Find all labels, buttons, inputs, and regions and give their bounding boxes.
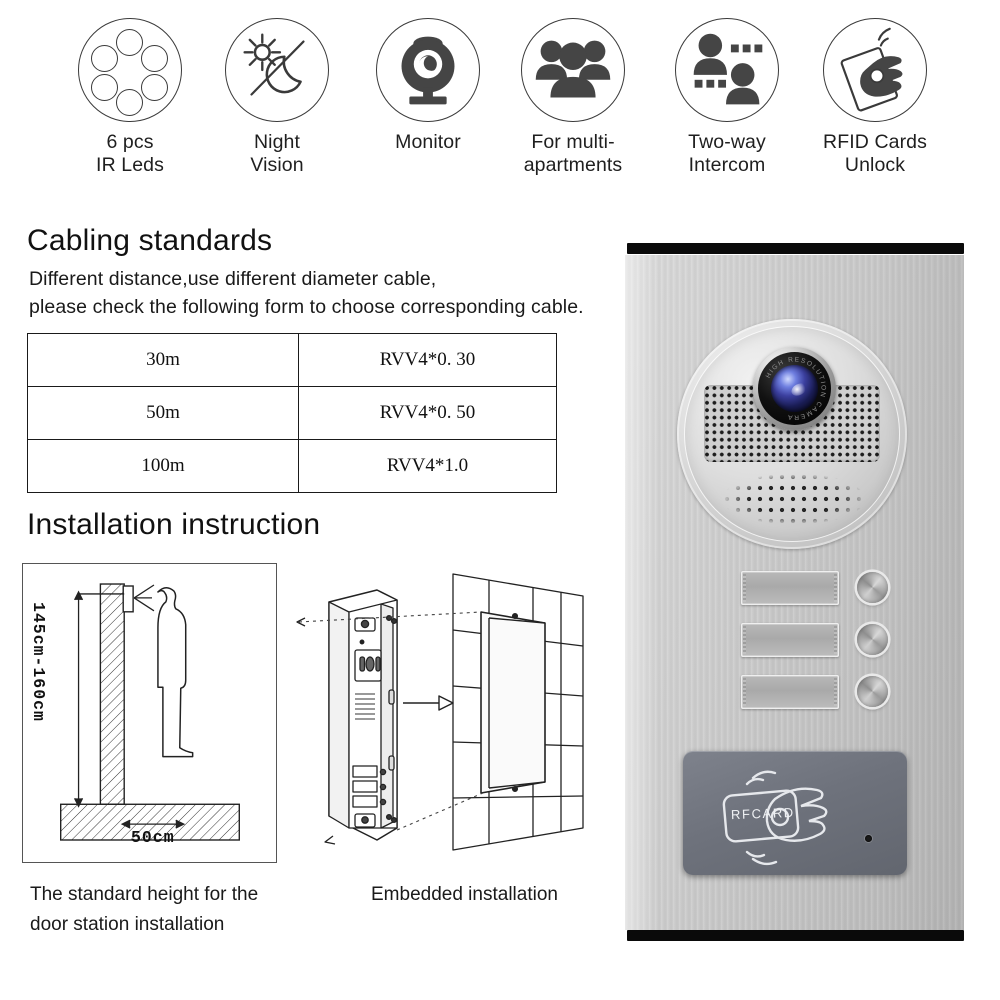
feature-label: Monitor: [395, 131, 461, 153]
call-button-1[interactable]: [857, 572, 888, 603]
nameplate-1: [741, 571, 839, 605]
feature-label: For multi- apartments: [523, 131, 623, 176]
table-row: 100m RVV4*1.0: [27, 439, 557, 493]
call-button-2[interactable]: [857, 624, 888, 655]
product-bottom-trim-bar: [627, 930, 964, 941]
feature-monitor: Monitor: [353, 18, 503, 154]
table-row: 30m RVV4*0. 30: [27, 333, 557, 387]
feature-label: Night Vision: [250, 131, 304, 176]
call-button-row-1: [625, 571, 964, 611]
rfid-card-hand-graphic: [722, 770, 828, 866]
card-in-hand-glyph: [840, 27, 903, 112]
nameplate-3: [741, 675, 839, 709]
two-way-intercom-icon: [675, 18, 779, 122]
caption-line-2: door station installation: [30, 914, 225, 935]
night-vision-glyph: [243, 33, 305, 96]
embedded-diagram-drawing: [296, 573, 584, 851]
rfid-card-icon: [823, 18, 927, 122]
door-station-product-photo: HIGH RESOLUTION CAMERA RFCARD: [625, 243, 964, 941]
cell-cable: RVV4*0. 50: [298, 386, 557, 440]
installation-instruction-heading: Installation instruction: [27, 508, 321, 541]
feature-label: RFID Cards Unlock: [823, 131, 927, 176]
multi-apartments-icon: [521, 18, 625, 122]
lens-glass: [771, 365, 818, 412]
embedded-installation-diagram: [293, 560, 603, 870]
caption-embedded-installation: Embedded installation: [371, 884, 558, 905]
feature-icon-strip: 6 pcs IR Leds Night Vision Monitor For m…: [0, 18, 1000, 208]
camera-module: HIGH RESOLUTION CAMERA: [677, 319, 907, 549]
speaker-holes: [724, 474, 864, 524]
ir-leds-icon: [78, 18, 182, 122]
caption-line-1: The standard height for the: [30, 884, 259, 905]
feature-ir-leds: 6 pcs IR Leds: [55, 18, 205, 177]
lens-glint: [789, 380, 809, 399]
cell-distance: 100m: [27, 439, 299, 493]
caption-standard-height: The standard height for the door station…: [30, 880, 330, 940]
feature-multi-apartments: For multi- apartments: [498, 18, 648, 177]
nameplate-2: [741, 623, 839, 657]
product-top-trim-bar: [627, 243, 964, 254]
monitor-camera-icon: [376, 18, 480, 122]
camera-lens: HIGH RESOLUTION CAMERA: [753, 347, 836, 430]
lens-bezel: HIGH RESOLUTION CAMERA: [758, 352, 831, 425]
feature-rfid-unlock: RFID Cards Unlock: [800, 18, 950, 177]
cabling-standards-table: 30m RVV4*0. 30 50m RVV4*0. 50 100m RVV4*…: [27, 333, 557, 493]
feature-label: 6 pcs IR Leds: [96, 131, 164, 176]
cell-cable: RVV4*1.0: [298, 439, 557, 493]
people-group-glyph: [535, 40, 611, 98]
height-diagram-drawing: [60, 583, 240, 841]
cell-distance: 30m: [27, 333, 299, 387]
distance-dimension-label: 50cm: [131, 828, 175, 847]
standard-height-diagram: 145cm-160cm 50cm: [22, 563, 277, 863]
call-button-row-3: [625, 675, 964, 715]
cabling-intro-line-2: please check the following form to choos…: [29, 296, 584, 318]
feature-two-way-intercom: Two-way Intercom: [652, 18, 802, 177]
rfid-reader-panel[interactable]: RFCARD: [683, 751, 907, 875]
cell-cable: RVV4*0. 30: [298, 333, 557, 387]
height-dimension-label: 145cm-160cm: [29, 602, 48, 722]
cabling-intro-line-1: Different distance,use different diamete…: [29, 268, 437, 290]
rfid-status-led: [865, 835, 872, 842]
cell-distance: 50m: [27, 386, 299, 440]
call-button-row-2: [625, 623, 964, 663]
feature-night-vision: Night Vision: [202, 18, 352, 177]
cabling-standards-heading: Cabling standards: [27, 224, 273, 257]
table-row: 50m RVV4*0. 50: [27, 386, 557, 440]
night-vision-icon: [225, 18, 329, 122]
feature-label: Two-way Intercom: [688, 131, 766, 176]
webcam-glyph: [401, 36, 455, 105]
rfcard-label: RFCARD: [730, 804, 796, 823]
two-person-talk-glyph: [693, 33, 763, 105]
call-button-3[interactable]: [857, 676, 888, 707]
